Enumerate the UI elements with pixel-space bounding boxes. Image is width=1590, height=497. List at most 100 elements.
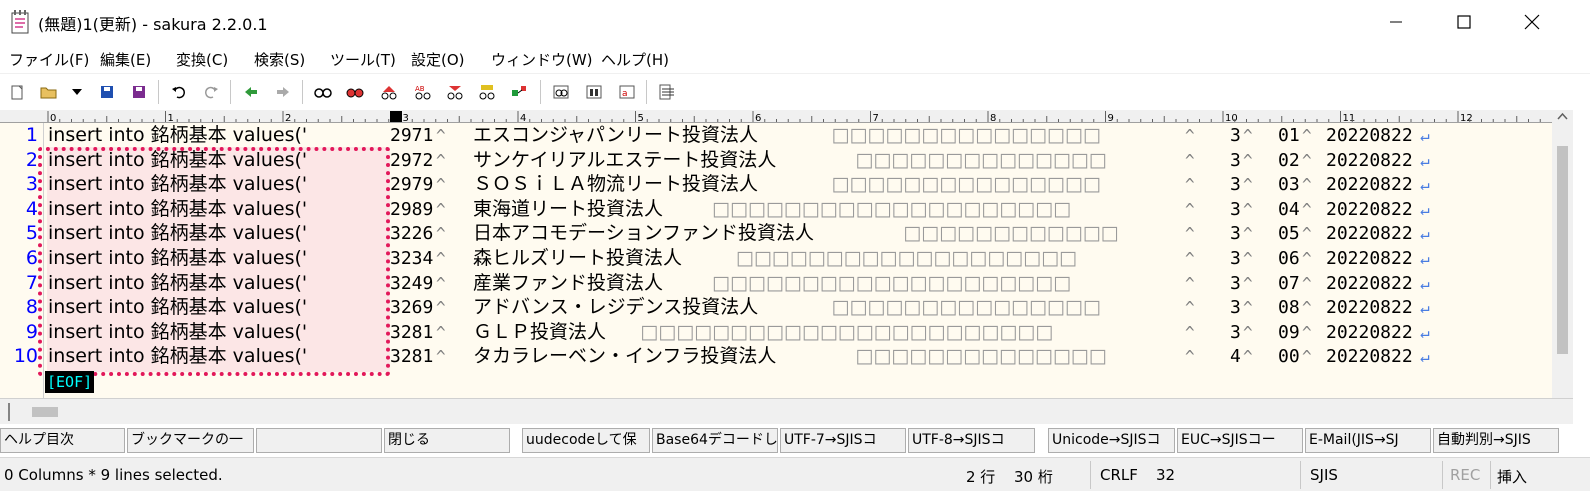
ruler-label: 10 — [1225, 113, 1238, 123]
fkey-11[interactable]: E-Mail(JIS→SJ — [1305, 428, 1431, 453]
line-end-icon: ↵ — [1420, 322, 1430, 342]
jump-forward-icon[interactable] — [272, 81, 294, 103]
tab-mark: ^ — [1302, 273, 1312, 293]
menu-tools[interactable]: ツール(T) — [330, 49, 396, 70]
undo-icon[interactable] — [168, 81, 190, 103]
date-field: 20220822 — [1326, 321, 1413, 343]
tab-mark: ^ — [436, 224, 446, 244]
tab-mark: ^ — [436, 150, 446, 170]
replace-icon[interactable]: AB — [412, 81, 434, 103]
tab-mark: ^ — [1302, 175, 1312, 195]
vertical-scrollbar[interactable] — [1552, 110, 1573, 398]
field-2: 08 — [1278, 297, 1300, 319]
fkey-6[interactable]: Base64デコードし — [652, 428, 778, 453]
redo-icon[interactable] — [200, 81, 222, 103]
stock-name: 日本アコモデーションファンド投資法人 — [473, 222, 815, 245]
menu-window[interactable]: ウィンドウ(W) — [491, 49, 593, 70]
menu-help[interactable]: ヘルプ(H) — [601, 49, 669, 70]
maximize-button[interactable] — [1430, 0, 1498, 44]
fkey-8[interactable]: UTF-8→SJISコ — [908, 428, 1035, 453]
tab-mark: ^ — [436, 273, 446, 293]
settings-icon[interactable] — [583, 81, 605, 103]
stock-code: 2979 — [390, 174, 434, 196]
date-field: 20220822 — [1326, 125, 1413, 146]
status-insert-mode[interactable]: 挿入 — [1497, 466, 1527, 487]
date-field: 20220822 — [1326, 223, 1413, 245]
tab-mark: ^ — [1302, 224, 1312, 244]
status-encoding[interactable]: SJIS — [1310, 466, 1338, 484]
menu-convert[interactable]: 変換(C) — [176, 49, 228, 70]
close-icon — [1524, 14, 1540, 30]
close-button[interactable] — [1498, 0, 1566, 44]
stock-name: サンケイリアルエステート投資法人 — [473, 148, 777, 171]
open-file-icon[interactable] — [38, 81, 60, 103]
tab-mark: ^ — [1243, 126, 1253, 145]
tag-jump-icon[interactable] — [508, 81, 530, 103]
tab-mark: ^ — [436, 126, 446, 145]
fkey-9[interactable]: Unicode→SJISコ — [1048, 428, 1175, 453]
stock-name: 産業ファンド投資法人 — [473, 271, 664, 294]
fkey-7[interactable]: UTF-7→SJISコ — [780, 428, 906, 453]
field-1: 3 — [1230, 248, 1241, 269]
font-icon[interactable]: a — [616, 81, 638, 103]
fkey-10[interactable]: EUC→SJISコー — [1177, 428, 1303, 453]
field-2: 02 — [1278, 149, 1300, 171]
tab-mark: ^ — [1185, 298, 1195, 318]
scroll-left-icon[interactable] — [2, 399, 16, 425]
code-line[interactable]: insert into 銘柄基本 values(' 2971 ^ エスコンジャパンリー… — [48, 123, 1548, 148]
new-file-icon[interactable] — [6, 81, 28, 103]
vertical-scroll-thumb[interactable] — [1557, 146, 1568, 354]
padding-chars: □□□□□□□□□□□□□□□ — [831, 296, 1101, 319]
padding-chars: □□□□□□□□□□□□□□□□□□□□ — [712, 271, 1072, 294]
scroll-up-icon[interactable] — [1552, 110, 1573, 124]
fkey-12[interactable]: 自動判別→SJIS — [1433, 428, 1559, 453]
menu-file[interactable]: ファイル(F) — [9, 49, 89, 70]
save-icon[interactable] — [96, 81, 118, 103]
svg-text:a: a — [622, 89, 628, 99]
fkey-2[interactable]: ブックマークの一 — [127, 428, 254, 453]
padding-chars: □□□□□□□□□□□□□□ — [855, 345, 1107, 368]
fkey-4[interactable]: 閉じる — [384, 428, 510, 453]
title-bar: (無題)1(更新) - sakura 2.2.0.1 — [0, 0, 1590, 44]
fkey-3[interactable] — [256, 428, 382, 453]
menu-edit[interactable]: 編集(E) — [100, 49, 151, 70]
grep-replace-icon[interactable] — [476, 81, 498, 103]
outline-icon[interactable] — [656, 81, 678, 103]
stock-code: 3281 — [390, 346, 434, 368]
save-as-icon[interactable] — [128, 81, 150, 103]
line-number: 9 — [25, 320, 38, 343]
padding-chars: □□□□□□□□□□□□ — [903, 222, 1119, 245]
padding-chars: □□□□□□□□□□□□□□□□□□□□□□□ — [640, 320, 1054, 343]
editor-area[interactable]: 1 2 3 4 5 6 7 8 9 10 insert into 銘柄基本 values(' 297… — [0, 123, 1552, 398]
notepad-icon[interactable] — [10, 10, 30, 34]
tab-mark: ^ — [1302, 249, 1312, 268]
tab-mark: ^ — [436, 298, 446, 318]
horizontal-scrollbar[interactable] — [0, 398, 1573, 424]
compare-icon[interactable] — [550, 81, 572, 103]
tab-mark: ^ — [436, 199, 446, 219]
search-prev-icon[interactable] — [378, 81, 400, 103]
stock-code: 3226 — [390, 223, 434, 245]
minimize-button[interactable] — [1362, 0, 1430, 44]
status-eol[interactable]: CRLF — [1100, 466, 1138, 484]
search-icon[interactable] — [312, 81, 334, 103]
date-field: 20220822 — [1326, 174, 1413, 196]
field-2: 04 — [1278, 198, 1300, 220]
search-next-icon[interactable] — [344, 81, 366, 103]
menu-settings[interactable]: 設定(O) — [411, 49, 465, 70]
stock-code: 2971 — [390, 125, 434, 146]
fkey-1[interactable]: ヘルプ目次 — [0, 428, 125, 453]
tab-mark: ^ — [1185, 150, 1195, 170]
horizontal-scroll-thumb[interactable] — [32, 407, 58, 417]
tab-mark: ^ — [1302, 322, 1312, 342]
status-col: 30 桁 — [1014, 468, 1053, 486]
jump-back-icon[interactable] — [240, 81, 262, 103]
tab-mark: ^ — [1185, 224, 1195, 244]
menu-search[interactable]: 検索(S) — [254, 49, 305, 70]
tab-mark: ^ — [1243, 199, 1253, 219]
eof-marker: [EOF] — [45, 371, 95, 393]
date-field: 20220822 — [1326, 346, 1413, 368]
grep-icon[interactable] — [444, 81, 466, 103]
dropdown-arrow-icon[interactable] — [66, 81, 88, 103]
fkey-5[interactable]: uudecodeして保 — [522, 428, 650, 453]
